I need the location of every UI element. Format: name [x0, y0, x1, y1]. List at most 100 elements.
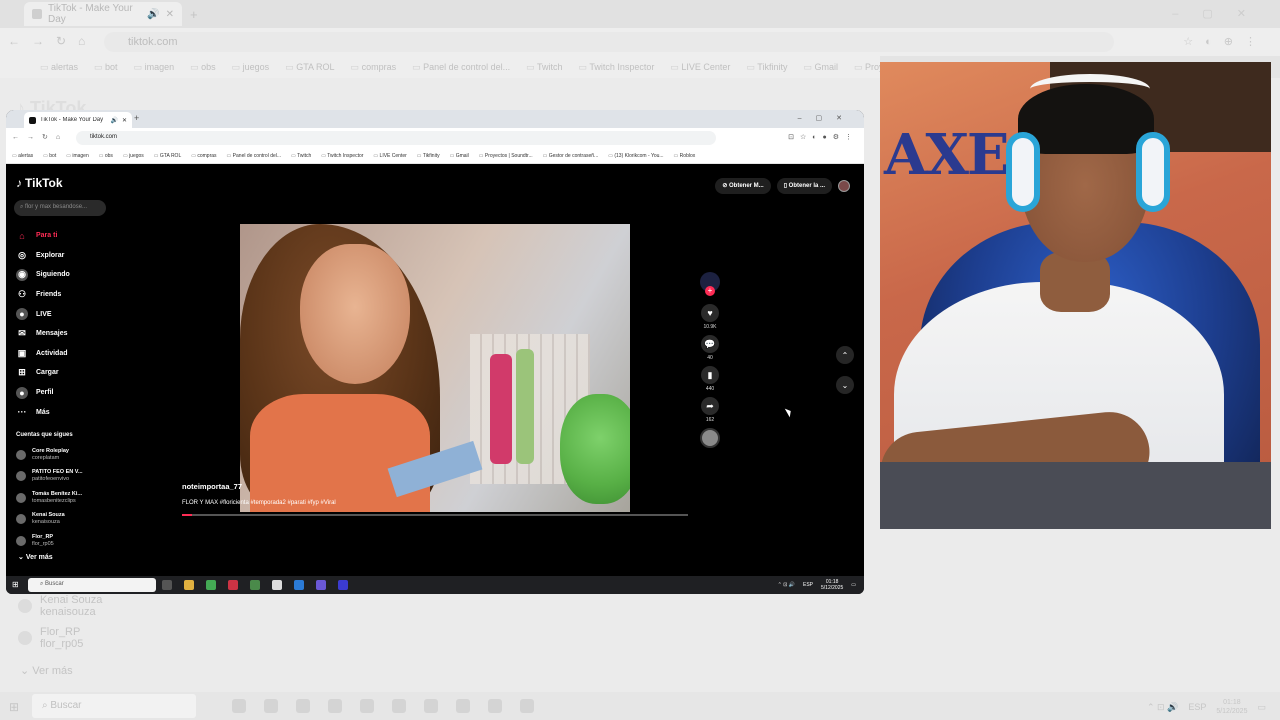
discord-icon[interactable] — [316, 580, 326, 590]
taskbar-app-icon[interactable] — [264, 699, 278, 713]
clock[interactable]: 01:18 5/12/2025 — [821, 579, 843, 591]
profile-avatar[interactable] — [838, 180, 850, 192]
app-icon[interactable] — [206, 580, 216, 590]
obs-icon[interactable] — [338, 580, 348, 590]
comment-icon[interactable]: 💬 — [701, 335, 719, 353]
nav-buttons[interactable]: ←→↻⌂ — [12, 133, 68, 141]
ver-mas-link[interactable]: ⌄ Ver más — [18, 553, 53, 561]
sidebar-item-perfil[interactable]: ● Perfil — [16, 383, 70, 403]
following-item[interactable]: Tomás Benítez Ki... tomasbenitezclips — [16, 487, 83, 509]
tab-close-icon[interactable]: ✕ — [166, 9, 174, 20]
following-item[interactable]: Flor_RP flor_rp05 — [16, 530, 83, 552]
comment-action[interactable]: 💬 40 — [701, 335, 719, 363]
bookmark-item[interactable]: LIVE Center — [373, 153, 407, 159]
file-explorer-icon[interactable] — [184, 580, 194, 590]
bg-bookmark-item[interactable]: juegos — [232, 62, 270, 73]
app-icon[interactable] — [272, 580, 282, 590]
app-icon[interactable] — [228, 580, 238, 590]
heart-icon[interactable]: ♥ — [701, 304, 719, 322]
bookmark-item[interactable]: (13) Klorikcom - You... — [608, 153, 663, 159]
get-app-button[interactable]: ⊘ Obtener M... — [715, 178, 771, 194]
bookmark-item[interactable]: compras — [191, 153, 216, 159]
bg-bookmark-item[interactable]: bot — [94, 62, 118, 73]
language-indicator[interactable]: ESP — [803, 582, 813, 588]
taskbar-app-icon[interactable] — [456, 699, 470, 713]
sidebar-item-explorar[interactable]: ◎ Explorar — [16, 246, 70, 266]
bg-bookmark-item[interactable]: Panel de control del... — [412, 62, 510, 73]
taskbar-search[interactable]: ⌕ Buscar — [28, 578, 156, 592]
bg-bookmark-item[interactable]: imagen — [134, 62, 175, 73]
taskbar-app-icon[interactable] — [424, 699, 438, 713]
sidebar-item-friends[interactable]: ⚇ Friends — [16, 285, 70, 305]
bg-bookmark-item[interactable]: Gmail — [803, 62, 838, 73]
sidebar-item-para-ti[interactable]: ⌂ Para ti — [16, 226, 70, 246]
taskbar-app-icon[interactable] — [392, 699, 406, 713]
bg-bookmark-item[interactable]: Proyectos | — [854, 62, 880, 73]
windows-start-icon[interactable]: ⊞ — [9, 700, 19, 714]
bg-language[interactable]: ESP — [1188, 702, 1206, 712]
browser-tab[interactable]: TikTok - Make Your Day 🔊 ✕ — [24, 112, 132, 128]
sidebar-item-cargar[interactable]: ⊞ Cargar — [16, 363, 70, 383]
bg-bookmark-item[interactable]: LIVE Center — [670, 62, 730, 73]
edge-icon[interactable] — [294, 580, 304, 590]
heart-action[interactable]: ♥ 10.9K — [701, 304, 719, 332]
bg-browser-tab[interactable]: TikTok - Make Your Day 🔊 ✕ — [24, 2, 182, 26]
tiktok-logo[interactable]: ♪ TikTok — [16, 176, 63, 190]
toolbar-icons[interactable]: ⊡☆◐●⚙⋮ — [788, 133, 858, 141]
bg-bookmark-item[interactable]: alertas — [40, 62, 78, 73]
bg-nav-buttons[interactable]: ←→↻⌂ — [8, 34, 97, 48]
bg-bookmark-item[interactable]: compras — [351, 62, 397, 73]
bookmark-item[interactable]: Twitch Inspector — [321, 153, 363, 159]
bookmark-item[interactable]: Panel de control del... — [227, 153, 281, 159]
bg-following-item[interactable]: Kenai Souza kenaisouza — [18, 594, 102, 618]
bg-toolbar-icons[interactable]: ☆◐⊕⋮ — [1183, 35, 1268, 48]
following-item[interactable]: PATITO FEO EN V... patitofeoenvivo — [16, 466, 83, 488]
tab-close-icon[interactable]: ✕ — [122, 117, 127, 124]
follow-plus-icon[interactable]: + — [705, 286, 715, 296]
notification-icon[interactable]: ▭ — [1257, 702, 1266, 713]
following-item[interactable]: Kenai Souza kenaisouza — [16, 509, 83, 531]
taskbar-app-icon[interactable] — [328, 699, 342, 713]
bg-clock[interactable]: 01:18 5/12/2025 — [1216, 698, 1247, 716]
music-disc-icon[interactable] — [700, 428, 720, 448]
video-player[interactable] — [240, 224, 630, 512]
bookmark-item[interactable]: bot — [43, 153, 56, 159]
taskbar-app-icon[interactable] — [488, 699, 502, 713]
new-tab-icon[interactable]: + — [134, 113, 139, 123]
task-view-icon[interactable] — [162, 580, 172, 590]
sidebar-item-live[interactable]: ● LIVE — [16, 304, 70, 324]
search-input[interactable]: ⌕ flor y max besandose... — [14, 200, 106, 216]
bookmark-item[interactable]: GTA ROL — [154, 153, 181, 159]
bookmark-item[interactable]: Twitch — [291, 153, 311, 159]
video-progress-bar[interactable] — [182, 514, 688, 516]
sidebar-item-más[interactable]: ··· Más — [16, 402, 70, 422]
bg-bookmark-item[interactable]: GTA ROL — [285, 62, 334, 73]
bookmark-item[interactable]: obs — [99, 153, 113, 159]
tray-icons[interactable]: ⌃ ⊡ 🔊 — [778, 582, 795, 588]
notification-icon[interactable]: ▭ — [851, 582, 856, 588]
bookmark-action[interactable]: ▮ 440 — [701, 366, 719, 394]
bg-following-item[interactable]: Flor_RP flor_rp05 — [18, 626, 102, 650]
address-bar[interactable]: tiktok.com — [76, 131, 716, 145]
bg-address-bar[interactable]: tiktok.com — [104, 32, 1114, 52]
taskbar-app-icon[interactable] — [296, 699, 310, 713]
bookmark-item[interactable]: Roblox — [674, 153, 696, 159]
bookmark-item[interactable]: juegos — [123, 153, 144, 159]
sidebar-item-mensajes[interactable]: ✉ Mensajes — [16, 324, 70, 344]
creator-avatar[interactable]: + — [700, 272, 720, 296]
taskbar-app-icon[interactable] — [232, 699, 246, 713]
next-video-button[interactable]: ⌄ — [836, 376, 854, 394]
bg-bookmark-item[interactable]: obs — [190, 62, 216, 73]
tray-icons[interactable]: ⌃ ⊡ 🔊 — [1147, 702, 1178, 713]
sidebar-item-siguiendo[interactable]: ◉ Siguiendo — [16, 265, 70, 285]
bookmark-item[interactable]: Gestor de contraseñ... — [543, 153, 598, 159]
bookmark-item[interactable]: Gmail — [450, 153, 469, 159]
sidebar-item-actividad[interactable]: ▣ Actividad — [16, 344, 70, 364]
window-controls[interactable]: –▢✕ — [1172, 7, 1270, 20]
bg-bookmark-item[interactable]: Twitch Inspector — [579, 62, 654, 73]
new-tab-icon[interactable]: + — [190, 7, 198, 22]
bookmark-item[interactable]: imagen — [66, 153, 88, 159]
bookmark-item[interactable]: Proyectos | Soundtr... — [479, 153, 533, 159]
windows-start-icon[interactable]: ⊞ — [12, 580, 19, 589]
share-icon[interactable]: ➦ — [701, 397, 719, 415]
